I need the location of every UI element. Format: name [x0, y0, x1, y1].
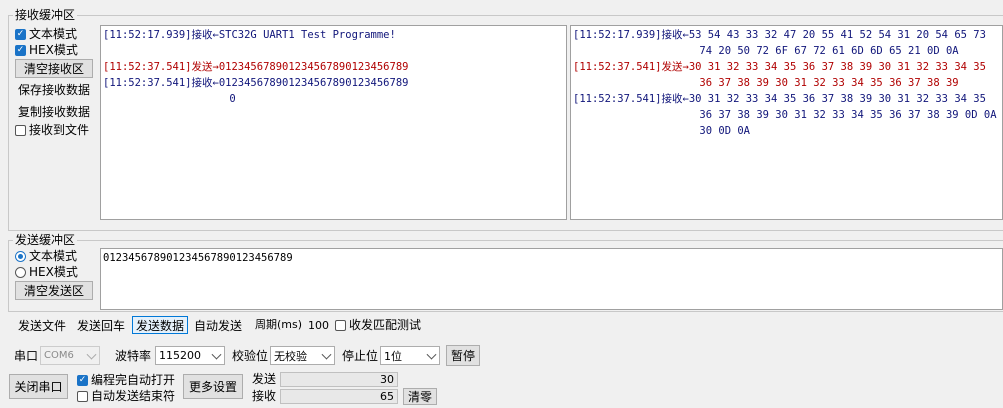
- stopbit-label: 停止位: [342, 349, 379, 363]
- radio-selected-icon: [15, 250, 26, 262]
- copy-receive-data-button[interactable]: 复制接收数据: [18, 105, 90, 119]
- send-input[interactable]: 012345678901234567890123456789: [100, 248, 1003, 310]
- save-receive-data-button[interactable]: 保存接收数据: [18, 83, 90, 97]
- checkbox-icon: [77, 390, 88, 402]
- log-line: 30 0D 0A: [573, 125, 751, 137]
- auto-open-checkbox[interactable]: ✓ 编程完自动打开: [77, 373, 175, 387]
- sent-label: 发送: [252, 372, 277, 386]
- receive-hex-pane[interactable]: [11:52:17.939]接收←53 54 43 33 32 47 20 55…: [570, 25, 1003, 220]
- log-line: [11:52:17.939]接收←STC32G UART1 Test Progr…: [103, 29, 396, 41]
- baud-select[interactable]: 115200: [155, 346, 225, 365]
- baud-label: 波特率: [115, 349, 152, 363]
- send-text-mode-radio[interactable]: 文本模式: [15, 249, 77, 263]
- close-port-button[interactable]: 关闭串口: [9, 374, 68, 399]
- receive-buffer-title: 接收缓冲区: [13, 8, 78, 22]
- send-hex-mode-radio[interactable]: HEX模式: [15, 265, 78, 279]
- port-select[interactable]: COM6: [40, 346, 100, 365]
- recv-count: 65: [280, 389, 398, 404]
- checkmark-icon: ✓: [77, 374, 88, 386]
- port-label: 串口: [14, 349, 39, 363]
- auto-send-end-checkbox[interactable]: 自动发送结束符: [77, 389, 175, 403]
- checkbox-icon: [15, 124, 26, 136]
- send-content: 012345678901234567890123456789: [103, 252, 293, 264]
- clear-receive-button[interactable]: 清空接收区: [15, 59, 93, 78]
- radio-icon: [15, 266, 26, 278]
- chevron-down-icon: [86, 349, 97, 360]
- receive-text-pane[interactable]: [11:52:17.939]接收←STC32G UART1 Test Progr…: [100, 25, 567, 220]
- log-line: [11:52:37.541]接收←01234567890123456789012…: [103, 77, 409, 89]
- chevron-down-icon: [211, 349, 222, 360]
- clear-send-button[interactable]: 清空发送区: [15, 281, 93, 300]
- pause-button[interactable]: 暂停: [446, 345, 480, 366]
- checkbox-icon: [335, 319, 346, 331]
- stopbit-select[interactable]: 1位: [380, 346, 440, 365]
- parity-select[interactable]: 无校验: [270, 346, 335, 365]
- send-enter-button[interactable]: 发送回车: [73, 316, 129, 334]
- receive-text-mode-checkbox[interactable]: ✓ 文本模式: [15, 27, 77, 41]
- clear-count-button[interactable]: 清零: [403, 388, 437, 405]
- period-input[interactable]: 100: [305, 318, 332, 333]
- log-line: 0: [103, 93, 236, 105]
- log-line: [11:52:37.541]接收←30 31 32 33 34 35 36 37…: [573, 93, 986, 105]
- chevron-down-icon: [321, 349, 332, 360]
- auto-send-button[interactable]: 自动发送: [190, 316, 246, 334]
- log-line: [11:52:37.541]发送→30 31 32 33 34 35 36 37…: [573, 61, 986, 73]
- log-line: [11:52:37.541]发送→01234567890123456789012…: [103, 61, 409, 73]
- log-line: 74 20 50 72 6F 67 72 61 6D 6D 65 21 0D 0…: [573, 45, 959, 57]
- checkmark-icon: ✓: [15, 28, 26, 40]
- period-label: 周期(ms): [255, 318, 303, 331]
- log-line: 36 37 38 39 30 31 32 33 34 35 36 37 38 3…: [573, 109, 997, 121]
- send-buffer-title: 发送缓冲区: [13, 233, 78, 247]
- chevron-down-icon: [426, 349, 437, 360]
- sent-count: 30: [280, 372, 398, 387]
- checkmark-icon: ✓: [15, 44, 26, 56]
- match-test-checkbox[interactable]: 收发匹配测试: [335, 318, 421, 332]
- log-line: [11:52:17.939]接收←53 54 43 33 32 47 20 55…: [573, 29, 986, 41]
- log-line: 36 37 38 39 30 31 32 33 34 35 36 37 38 3…: [573, 77, 959, 89]
- receive-hex-mode-checkbox[interactable]: ✓ HEX模式: [15, 43, 78, 57]
- receive-to-file-checkbox[interactable]: 接收到文件: [15, 123, 89, 137]
- parity-label: 校验位: [232, 349, 269, 363]
- recv-label: 接收: [252, 389, 277, 403]
- more-settings-button[interactable]: 更多设置: [183, 374, 243, 399]
- send-data-button[interactable]: 发送数据: [132, 316, 188, 334]
- send-file-button[interactable]: 发送文件: [14, 316, 70, 334]
